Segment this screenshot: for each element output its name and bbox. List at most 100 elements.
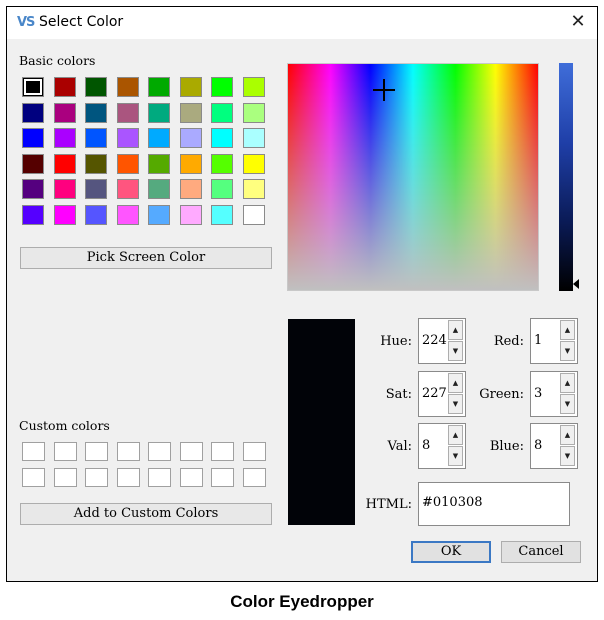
red-up-arrow-icon[interactable]: ▲ [560, 320, 575, 340]
sat-label: Sat: [385, 387, 412, 402]
green-up-arrow-icon[interactable]: ▲ [560, 373, 575, 393]
basic-color-swatch[interactable] [242, 179, 265, 199]
custom-color-swatch[interactable] [116, 442, 140, 461]
basic-color-swatch[interactable] [85, 179, 107, 199]
basic-color-swatch[interactable] [85, 77, 107, 97]
basic-color-swatch[interactable] [179, 128, 202, 148]
blue-down-arrow-icon[interactable]: ▼ [560, 446, 575, 466]
basic-color-swatch[interactable] [211, 128, 233, 148]
basic-color-swatch[interactable] [116, 153, 139, 174]
basic-color-swatch[interactable] [85, 102, 107, 123]
basic-color-swatch[interactable] [116, 128, 139, 148]
custom-color-swatch[interactable] [85, 468, 108, 487]
custom-color-swatch[interactable] [179, 468, 203, 487]
color-preview-swatch [288, 319, 355, 525]
basic-color-swatch[interactable] [53, 179, 76, 199]
basic-color-swatch[interactable] [22, 153, 44, 174]
sat-value: 227 [422, 386, 447, 401]
red-value: 1 [534, 333, 543, 348]
custom-color-swatch[interactable] [242, 442, 266, 461]
basic-color-swatch[interactable] [22, 179, 44, 199]
red-label: Red: [493, 334, 524, 349]
basic-color-swatch[interactable] [179, 77, 202, 97]
basic-color-swatch[interactable] [53, 204, 76, 225]
basic-color-swatch[interactable] [211, 102, 233, 123]
html-hex-input[interactable]: #010308 [418, 482, 570, 526]
custom-color-swatch[interactable] [53, 468, 77, 487]
basic-color-swatch[interactable] [53, 128, 76, 148]
custom-color-swatch[interactable] [211, 442, 234, 461]
basic-colors-label: Basic colors [19, 53, 96, 68]
custom-colors-label: Custom colors [19, 418, 110, 433]
custom-color-swatch[interactable] [53, 442, 77, 461]
basic-color-swatch[interactable] [22, 77, 44, 97]
hue-saturation-spectrum[interactable] [287, 63, 539, 291]
dialog-title: Select Color [39, 14, 124, 30]
val-label: Val: [387, 439, 412, 454]
basic-color-swatch[interactable] [148, 102, 170, 123]
basic-color-swatch[interactable] [179, 179, 202, 199]
custom-color-swatch[interactable] [148, 468, 171, 487]
custom-color-swatch[interactable] [22, 442, 45, 461]
green-value: 3 [534, 386, 543, 401]
basic-color-swatch[interactable] [53, 102, 76, 123]
basic-color-swatch[interactable] [211, 77, 233, 97]
basic-color-swatch[interactable] [211, 179, 233, 199]
pick-screen-color-button[interactable]: Pick Screen Color [20, 247, 272, 269]
cancel-button[interactable]: Cancel [501, 541, 581, 563]
figure-caption: Color Eyedropper [230, 592, 374, 611]
basic-color-swatch[interactable] [22, 102, 44, 123]
green-spinbox[interactable]: 3 ▲ ▼ [530, 371, 578, 417]
basic-color-swatch[interactable] [148, 153, 170, 174]
basic-color-swatch[interactable] [242, 102, 265, 123]
basic-color-swatch[interactable] [179, 204, 202, 225]
basic-color-swatch[interactable] [116, 179, 139, 199]
basic-color-swatch[interactable] [85, 204, 107, 225]
basic-color-swatch[interactable] [85, 128, 107, 148]
red-down-arrow-icon[interactable]: ▼ [560, 341, 575, 361]
custom-color-swatch[interactable] [116, 468, 140, 487]
basic-color-swatch[interactable] [22, 128, 44, 148]
basic-color-swatch[interactable] [116, 77, 139, 97]
basic-color-swatch[interactable] [211, 153, 233, 174]
value-slider-arrow-icon[interactable] [573, 279, 579, 289]
basic-color-swatch[interactable] [242, 153, 265, 174]
basic-color-swatch[interactable] [22, 204, 44, 225]
basic-color-swatch[interactable] [242, 77, 265, 97]
blue-label: Blue: [489, 439, 524, 454]
basic-color-swatch[interactable] [116, 204, 139, 225]
basic-color-swatch[interactable] [242, 128, 265, 148]
custom-color-swatch[interactable] [211, 468, 234, 487]
basic-color-swatch[interactable] [148, 128, 170, 148]
basic-color-swatch[interactable] [242, 204, 265, 225]
basic-color-swatch[interactable] [53, 77, 76, 97]
basic-color-swatch[interactable] [148, 179, 170, 199]
custom-color-swatch[interactable] [242, 468, 266, 487]
basic-color-swatch[interactable] [53, 153, 76, 174]
blue-spinbox[interactable]: 8 ▲ ▼ [530, 423, 578, 469]
blue-value: 8 [534, 438, 543, 453]
custom-color-swatch[interactable] [22, 468, 45, 487]
add-to-custom-colors-button[interactable]: Add to Custom Colors [20, 503, 272, 525]
close-icon[interactable]: ✕ [567, 11, 589, 33]
custom-color-swatch[interactable] [148, 442, 171, 461]
basic-color-swatch[interactable] [211, 204, 233, 225]
ok-button[interactable]: OK [411, 541, 491, 563]
basic-color-swatch[interactable] [85, 153, 107, 174]
red-spinbox[interactable]: 1 ▲ ▼ [530, 318, 578, 364]
basic-color-swatch[interactable] [148, 77, 170, 97]
basic-color-swatch[interactable] [148, 204, 170, 225]
basic-color-swatch[interactable] [116, 102, 139, 123]
custom-color-swatch[interactable] [179, 442, 203, 461]
val-value: 8 [422, 438, 431, 453]
select-color-dialog: VS Select Color ✕ Basic colors Pick Scre… [6, 6, 598, 582]
blue-up-arrow-icon[interactable]: ▲ [560, 425, 575, 445]
basic-color-swatch[interactable] [179, 102, 202, 123]
value-luminance-slider[interactable] [559, 63, 573, 291]
green-label: Green: [479, 387, 524, 402]
basic-color-swatch[interactable] [179, 153, 202, 174]
crosshair-cursor-icon[interactable] [373, 79, 395, 101]
custom-color-swatch[interactable] [85, 442, 108, 461]
hue-value: 224 [422, 333, 447, 348]
green-down-arrow-icon[interactable]: ▼ [560, 394, 575, 414]
